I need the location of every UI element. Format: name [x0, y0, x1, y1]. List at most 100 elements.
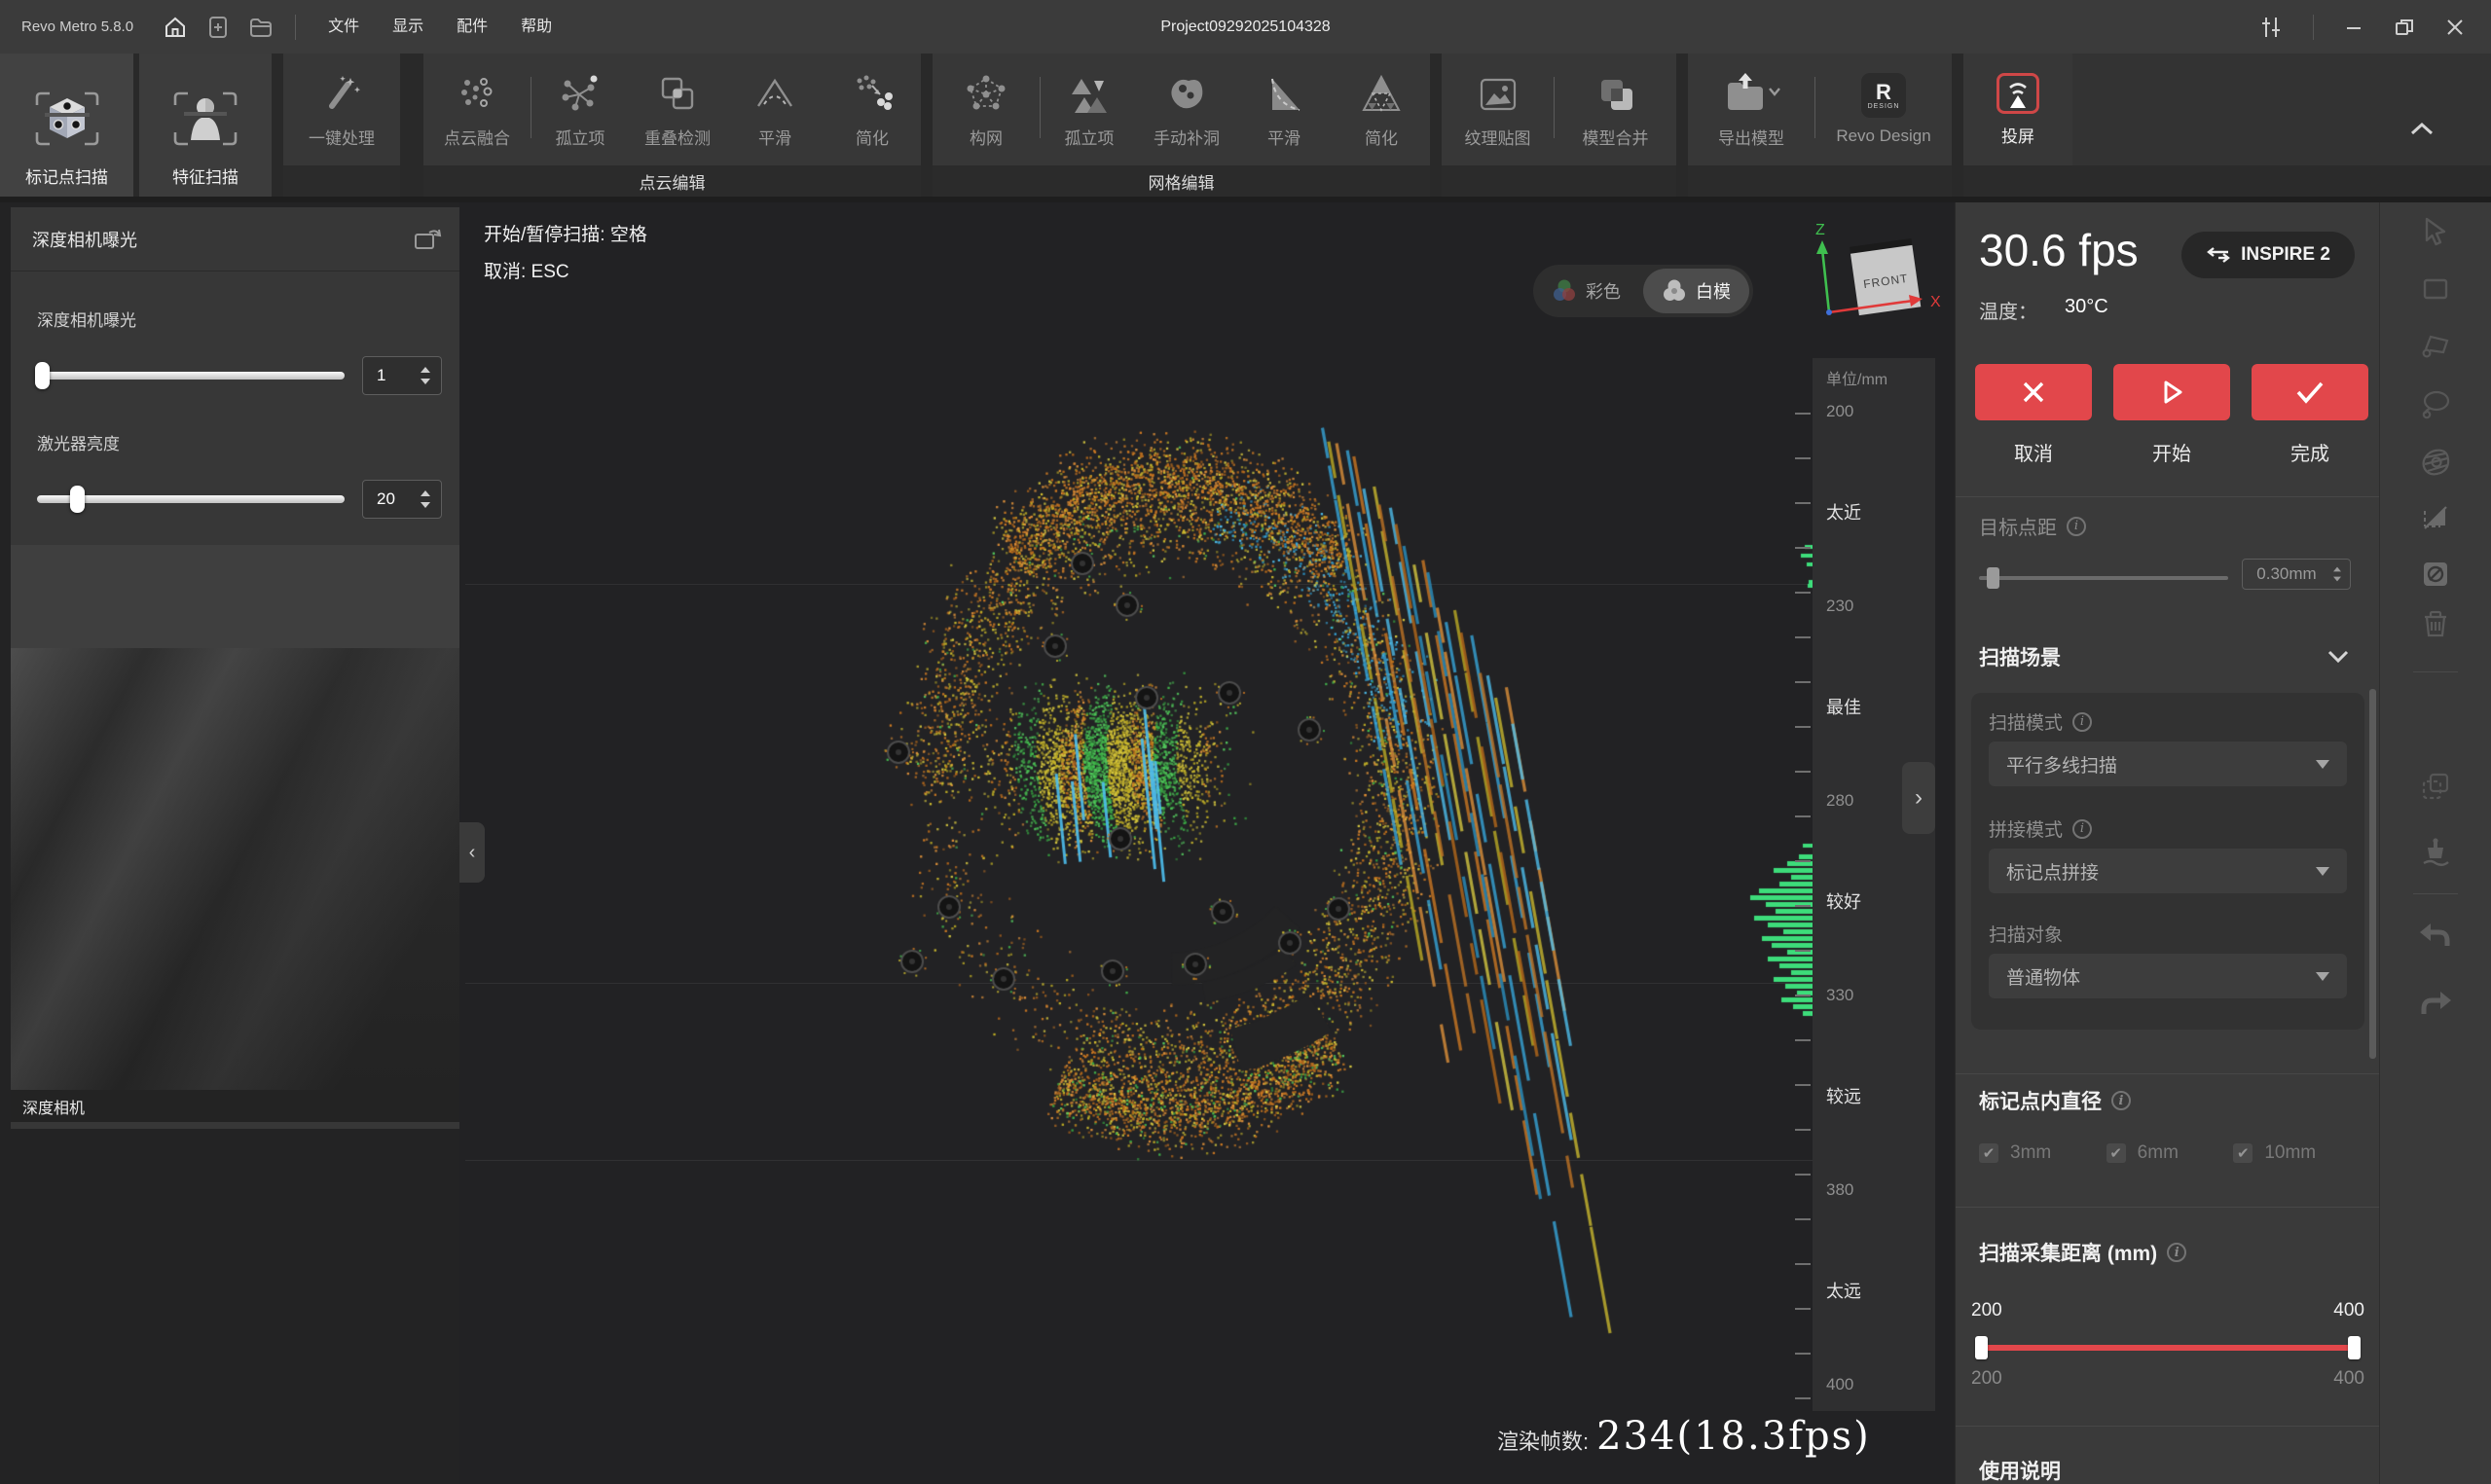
mesh-build-button[interactable]: 构网	[933, 54, 1040, 165]
scale-label: 200	[1826, 402, 1853, 421]
menu-help[interactable]: 帮助	[504, 0, 568, 54]
popout-panel-button[interactable]	[413, 227, 442, 252]
select-cursor-button[interactable]	[2410, 206, 2461, 257]
menu-file[interactable]: 文件	[311, 0, 376, 54]
instructions-title: 使用说明	[1979, 1456, 2061, 1484]
mesh-smooth-button[interactable]: 平滑	[1235, 54, 1333, 165]
polygon-select-button[interactable]	[2410, 320, 2461, 371]
mesh-isolated-button[interactable]: 孤立项	[1041, 54, 1138, 165]
model-merge-button[interactable]: 模型合并	[1555, 54, 1676, 165]
laser-slider-handle[interactable]	[70, 486, 85, 513]
lasso-select-button[interactable]	[2410, 379, 2461, 429]
device-pill[interactable]: INSPIRE 2	[2181, 232, 2355, 278]
menu-accessories[interactable]: 配件	[440, 0, 504, 54]
scan-settings-panel: 30.6 fps INSPIRE 2 温度： 30°C 取消 开始 完成 目标点…	[1955, 202, 2379, 1484]
scan-mode-label: 扫描模式i	[1989, 708, 2092, 735]
delete-selection-button[interactable]	[2410, 598, 2461, 649]
open-project-button[interactable]	[244, 11, 277, 44]
color-mode-option[interactable]: 彩色	[1533, 265, 1639, 317]
marker-3mm-checkbox[interactable]: ✔ 3mm	[1979, 1142, 2106, 1164]
one-click-process-button[interactable]: 一键处理	[283, 54, 400, 165]
overlap-detect-icon	[656, 71, 699, 116]
export-model-button[interactable]: 导出模型	[1688, 54, 1814, 165]
cancel-scan-button[interactable]	[1975, 364, 2092, 420]
info-icon[interactable]: i	[2067, 517, 2086, 536]
spin-up-icon[interactable]	[421, 367, 430, 373]
start-label: 开始	[2113, 438, 2230, 466]
marker-scan-button[interactable]: 标记点扫描	[0, 54, 133, 197]
overlap-detect-button[interactable]: 重叠检测	[629, 54, 726, 165]
feature-scan-button[interactable]: 特征扫描	[139, 54, 272, 197]
undo-button[interactable]	[2410, 911, 2461, 961]
minimize-button[interactable]	[2343, 17, 2364, 38]
spin-down-icon[interactable]	[421, 502, 430, 508]
target-spacing-slider[interactable]	[1979, 576, 2228, 580]
axis-gizmo[interactable]: FRONT Z X	[1794, 219, 1950, 345]
menu-display[interactable]: 显示	[376, 0, 440, 54]
point-cloud-fusion-button[interactable]: 点云融合	[423, 54, 531, 165]
paint-select-button[interactable]	[2410, 827, 2461, 878]
close-button[interactable]	[2444, 17, 2466, 38]
pc-smooth-button[interactable]: 平滑	[726, 54, 824, 165]
range-min-handle[interactable]	[1975, 1336, 1988, 1359]
scan-object-dropdown[interactable]: 普通物体	[1989, 954, 2347, 998]
start-scan-button[interactable]	[2113, 364, 2230, 420]
one-click-group: 一键处理	[283, 54, 400, 197]
collapse-toolbar-button[interactable]	[2409, 122, 2435, 135]
exposure-slider-handle[interactable]	[35, 362, 50, 389]
exposure-slider[interactable]	[37, 372, 345, 380]
spin-up-icon[interactable]	[421, 490, 430, 496]
exposure-spinbox[interactable]: 1	[362, 356, 442, 395]
toolbar-group-separator	[272, 54, 283, 197]
laser-brightness-slider[interactable]	[37, 495, 345, 503]
deselect-button[interactable]	[2410, 549, 2461, 599]
panel-scrollbar[interactable]	[2369, 689, 2376, 1059]
info-icon[interactable]: i	[2072, 712, 2092, 732]
stitch-mode-dropdown[interactable]: 标记点拼接	[1989, 849, 2347, 893]
undo-icon	[2418, 921, 2453, 952]
spin-down-icon[interactable]	[421, 379, 430, 384]
plane-cut-button[interactable]	[2410, 492, 2461, 543]
laser-spinbox[interactable]: 20	[362, 480, 442, 519]
region-select-button[interactable]	[2410, 437, 2461, 488]
range-max-handle[interactable]	[2348, 1336, 2361, 1359]
restore-button[interactable]	[2394, 17, 2415, 38]
new-project-button[interactable]	[201, 11, 235, 44]
collapse-section-button[interactable]	[2327, 650, 2349, 663]
target-spacing-spinbox[interactable]: 0.30mm	[2242, 559, 2351, 590]
target-spacing-handle[interactable]	[1987, 567, 1999, 589]
info-icon[interactable]: i	[2072, 819, 2092, 839]
duplicate-button[interactable]	[2410, 761, 2461, 812]
spin-down-icon[interactable]	[2333, 577, 2341, 582]
expand-right-panel-button[interactable]: ›	[1902, 762, 1935, 834]
settings-sliders-button[interactable]	[2258, 15, 2284, 40]
redo-button[interactable]	[2410, 979, 2461, 1030]
scale-tick	[1795, 592, 1811, 594]
info-icon[interactable]: i	[2111, 1091, 2131, 1110]
plane-cut-icon	[2419, 501, 2452, 534]
collapse-left-panel-button[interactable]: ‹	[459, 822, 485, 883]
rect-select-button[interactable]	[2410, 264, 2461, 314]
open-folder-icon	[248, 15, 274, 40]
capture-range-slider[interactable]	[1979, 1345, 2357, 1351]
white-mode-option[interactable]: 白模	[1643, 269, 1749, 313]
mesh-simplify-button[interactable]: 简化	[1333, 54, 1430, 165]
scale-label: 太远	[1826, 1278, 1861, 1303]
finish-scan-button[interactable]	[2252, 364, 2368, 420]
spin-up-icon[interactable]	[2333, 567, 2341, 572]
texture-map-button[interactable]: 纹理贴图	[1442, 54, 1554, 165]
marker-10mm-checkbox[interactable]: ✔ 10mm	[2233, 1142, 2361, 1164]
home-button[interactable]	[159, 11, 192, 44]
revo-design-button[interactable]: R DESIGN Revo Design	[1815, 54, 1952, 165]
scan-mode-dropdown[interactable]: 平行多线扫描	[1989, 742, 2347, 786]
screen-cast-button[interactable]: 投屏	[1963, 54, 2072, 165]
info-icon[interactable]: i	[2167, 1243, 2186, 1262]
magic-wand-icon	[320, 71, 363, 116]
pc-simplify-button[interactable]: 简化	[824, 54, 921, 165]
pc-isolated-button[interactable]: 孤立项	[531, 54, 629, 165]
fill-holes-button[interactable]: 手动补洞	[1138, 54, 1235, 165]
stitch-mode-label: 拼接模式i	[1989, 815, 2092, 842]
marker-6mm-checkbox[interactable]: ✔ 6mm	[2106, 1142, 2234, 1164]
scale-tick	[1795, 1084, 1811, 1086]
point-cloud-canvas[interactable]	[459, 202, 1813, 1484]
